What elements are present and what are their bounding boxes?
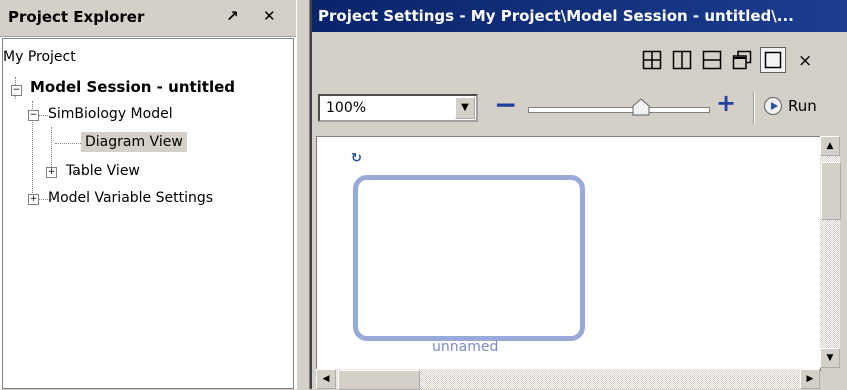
compartment-label[interactable]: unnamed	[432, 339, 498, 355]
collapse-icon[interactable]: −	[11, 85, 22, 96]
maximize-icon[interactable]	[760, 47, 786, 73]
project-tree: My Project − Model Session - untitled − …	[2, 38, 294, 389]
vertical-split-icon[interactable]	[672, 50, 692, 70]
tree-item-simbiology-model[interactable]: SimBiology Model	[48, 106, 173, 122]
scroll-left-icon[interactable]: ◀	[316, 369, 336, 389]
chevron-down-icon[interactable]: ▼	[455, 97, 475, 119]
zoom-value: 100%	[326, 100, 367, 116]
explorer-header: Project Explorer ↗ ✕	[0, 0, 296, 37]
tree-item-my-project[interactable]: My Project	[3, 49, 76, 65]
refresh-icon[interactable]: ↻	[351, 151, 362, 166]
close-icon[interactable]: ✕	[263, 7, 276, 25]
zoom-out-button[interactable]: −	[494, 88, 517, 121]
run-label: Run	[788, 97, 817, 115]
diagram-canvas[interactable]: ↻ unnamed	[316, 136, 821, 371]
compartment-block[interactable]	[353, 175, 585, 341]
scroll-down-icon[interactable]: ▼	[820, 348, 840, 368]
project-explorer-panel: Project Explorer ↗ ✕ My Project − Model …	[0, 0, 296, 389]
zoom-slider[interactable]	[528, 107, 710, 113]
vertical-scrollbar[interactable]: ▲ ▼	[820, 136, 841, 368]
collapse-icon[interactable]: −	[28, 110, 39, 121]
tree-item-model-variable-settings[interactable]: Model Variable Settings	[48, 190, 213, 206]
horizontal-scrollbar[interactable]: ◀ ▶	[316, 369, 820, 390]
project-settings-panel: Project Settings - My Project\Model Sess…	[310, 0, 847, 390]
grid-layout-icon[interactable]	[642, 50, 662, 70]
vertical-scroll-thumb[interactable]	[821, 162, 841, 220]
zoom-slider-thumb[interactable]	[631, 97, 651, 121]
close-icon[interactable]: ×	[798, 51, 812, 71]
zoom-select[interactable]: 100% ▼	[318, 94, 478, 122]
expand-icon[interactable]: +	[46, 167, 57, 178]
settings-title-bar: Project Settings - My Project\Model Sess…	[312, 0, 847, 32]
float-window-icon[interactable]	[732, 50, 752, 70]
tree-item-table-view[interactable]: Table View	[66, 163, 140, 179]
toolbar-separator	[753, 92, 755, 124]
panel-splitter[interactable]	[296, 0, 310, 389]
horizontal-scroll-thumb[interactable]	[338, 370, 420, 390]
tree-item-model-session[interactable]: Model Session - untitled	[30, 78, 235, 96]
tree-item-diagram-view[interactable]: Diagram View	[81, 132, 187, 152]
scroll-up-icon[interactable]: ▲	[820, 136, 840, 156]
play-icon	[764, 97, 782, 115]
scroll-right-icon[interactable]: ▶	[800, 369, 820, 389]
settings-title: Project Settings - My Project\Model Sess…	[318, 7, 794, 25]
horizontal-split-icon[interactable]	[702, 50, 722, 70]
explorer-title: Project Explorer	[8, 8, 145, 26]
expand-icon[interactable]: +	[28, 194, 39, 205]
undock-icon[interactable]: ↗	[226, 7, 239, 25]
zoom-in-button[interactable]: +	[716, 89, 736, 117]
